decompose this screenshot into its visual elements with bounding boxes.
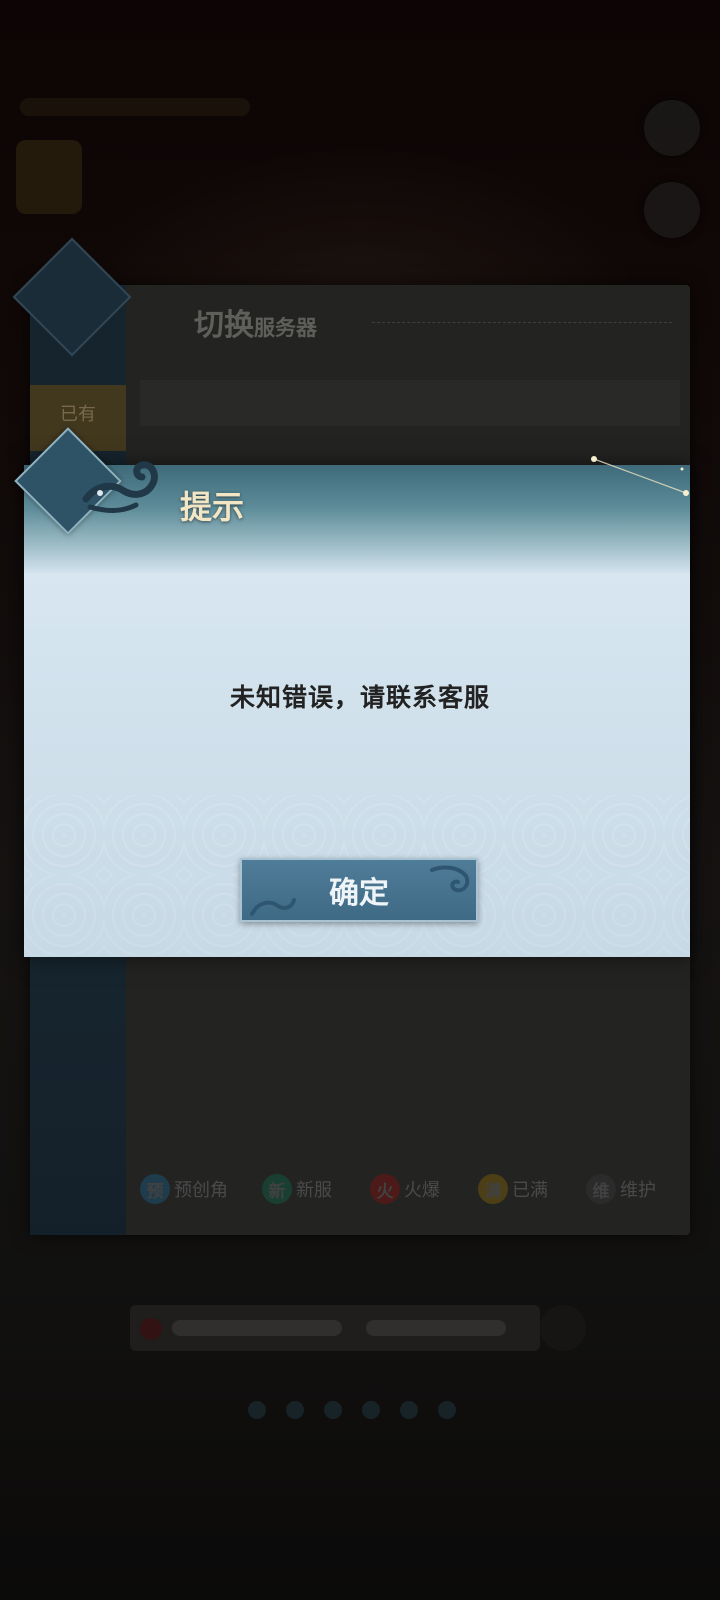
confirm-button[interactable]: 确定 xyxy=(240,858,478,922)
constellation-icon xyxy=(591,456,689,496)
dialog-title: 提示 xyxy=(180,488,245,526)
cloud-swirl-icon xyxy=(430,865,470,893)
confirm-button-label: 确定 xyxy=(329,876,389,911)
cloud-swirl-icon xyxy=(250,898,296,916)
spirit-beast-icon xyxy=(82,461,158,513)
error-message: 未知错误，请联系客服 xyxy=(229,683,490,712)
